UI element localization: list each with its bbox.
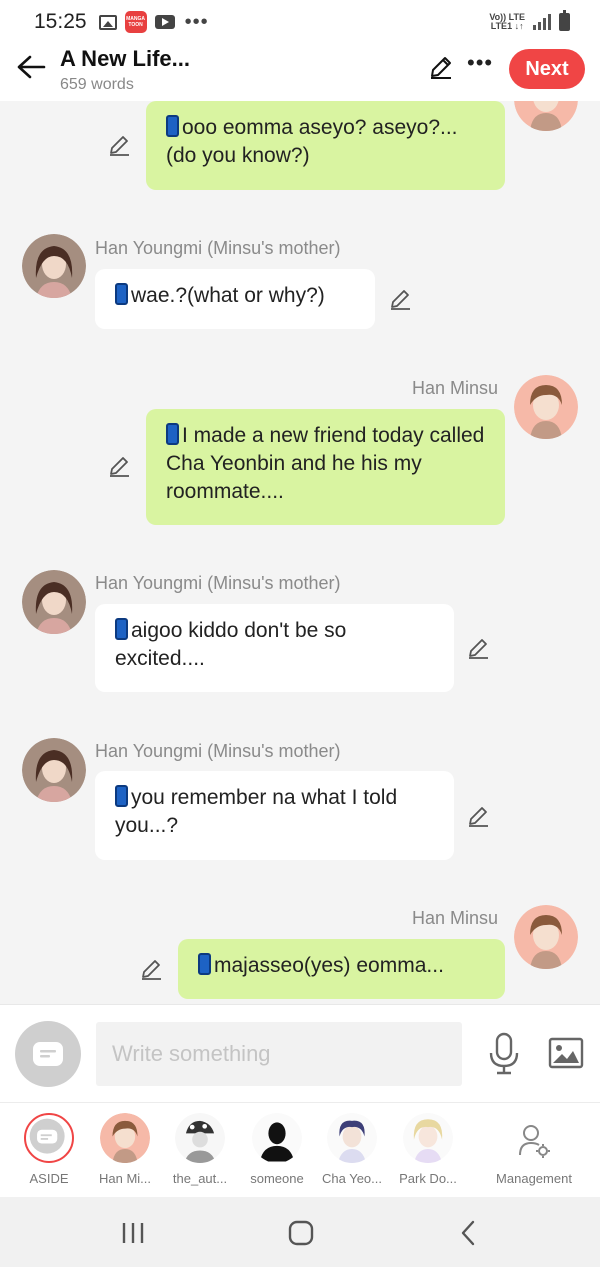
- status-system-icons: Vo)) LTE LTE1 ↓↑: [489, 10, 570, 31]
- youtube-icon: [154, 15, 175, 29]
- character-someone[interactable]: someone: [239, 1103, 315, 1198]
- avatar-han-youngmi: [22, 234, 86, 298]
- avatar-han-minsu: [514, 375, 578, 439]
- phone-icon: [115, 785, 128, 807]
- chat-thread[interactable]: ooo eomma aseyo? aseyo?...(do you know?)…: [0, 101, 600, 1004]
- message-bubble-1[interactable]: ooo eomma aseyo? aseyo?...(do you know?): [146, 101, 505, 190]
- avatar: [252, 1113, 302, 1163]
- avatar-han-youngmi: [22, 570, 86, 634]
- speaker-name: Han Youngmi (Minsu's mother): [95, 741, 341, 761]
- character-label: Park Do...: [399, 1171, 457, 1186]
- character-label: the_aut...: [172, 1171, 228, 1186]
- next-button[interactable]: Next: [509, 49, 585, 89]
- speaker-name: Han Youngmi (Minsu's mother): [95, 238, 341, 258]
- avatar: [100, 1113, 150, 1163]
- aside-chat-icon: [33, 1042, 63, 1066]
- insert-image-icon[interactable]: [548, 1037, 584, 1069]
- microphone-icon[interactable]: [488, 1032, 520, 1076]
- signal-icon: [533, 14, 551, 30]
- message-bubble-6[interactable]: majasseo(yes) eomma...: [178, 939, 505, 999]
- character-han-minsu[interactable]: Han Mi...: [87, 1103, 163, 1198]
- status-notification-icons: MANGA TOON •••: [98, 10, 209, 34]
- status-bar: 15:25 MANGA TOON ••• Vo)) LTE LTE1 ↓↑: [0, 0, 600, 44]
- edit-message-pencil-icon[interactable]: [467, 804, 491, 828]
- manage-characters-icon: [519, 1125, 550, 1158]
- battery-icon: [559, 10, 570, 31]
- phone-icon: [115, 618, 128, 640]
- status-time: 15:25: [34, 10, 87, 33]
- avatar-han-minsu: [514, 905, 578, 969]
- back-icon[interactable]: [449, 1217, 489, 1249]
- system-navigation-bar: [0, 1197, 600, 1267]
- phone-icon: [166, 423, 179, 445]
- avatar-han-youngmi: [22, 738, 86, 802]
- character-label: Management: [496, 1171, 572, 1186]
- message-composer: [0, 1004, 600, 1102]
- character-aside[interactable]: ASIDE: [11, 1103, 87, 1198]
- edit-message-pencil-icon[interactable]: [467, 636, 491, 660]
- character-the-author[interactable]: the_aut...: [162, 1103, 238, 1198]
- aside-toggle-button[interactable]: [15, 1021, 81, 1087]
- speaker-name: Han Minsu: [412, 908, 499, 928]
- message-bubble-3[interactable]: I made a new friend today called Cha Yeo…: [146, 409, 505, 525]
- character-label: ASIDE: [29, 1171, 69, 1186]
- character-label: Cha Yeo...: [322, 1171, 382, 1186]
- phone-icon: [166, 115, 179, 137]
- message-input[interactable]: [96, 1022, 462, 1086]
- edit-title-pencil-icon[interactable]: [428, 54, 454, 80]
- gallery-icon: [98, 14, 117, 30]
- speaker-name: Han Minsu: [412, 378, 499, 398]
- word-count: 659 words: [60, 76, 134, 93]
- mangatoon-icon: MANGA TOON: [124, 11, 147, 33]
- avatar: [403, 1113, 453, 1163]
- character-label: Han Mi...: [98, 1171, 151, 1186]
- more-dots-icon: •••: [184, 10, 209, 33]
- speaker-name: Han Youngmi (Minsu's mother): [95, 573, 341, 593]
- aside-avatar: [24, 1113, 74, 1163]
- avatar: [327, 1113, 377, 1163]
- story-title: A New Life...: [60, 46, 190, 71]
- app-header: A New Life... 659 words ••• Next: [0, 44, 600, 101]
- home-icon[interactable]: [281, 1217, 321, 1249]
- avatar: [175, 1113, 225, 1163]
- message-bubble-4[interactable]: aigoo kiddo don't be so excited....: [95, 604, 454, 692]
- character-label: someone: [250, 1171, 304, 1186]
- phone-icon: [115, 283, 128, 305]
- network-indicator: Vo)) LTE LTE1 ↓↑: [489, 12, 525, 31]
- edit-message-pencil-icon[interactable]: [108, 454, 132, 478]
- character-management[interactable]: Management: [486, 1103, 582, 1198]
- edit-message-pencil-icon[interactable]: [108, 133, 132, 157]
- back-arrow-icon[interactable]: [16, 54, 46, 80]
- edit-message-pencil-icon[interactable]: [389, 287, 413, 311]
- message-bubble-2[interactable]: wae.?(what or why?): [95, 269, 375, 329]
- recent-apps-icon[interactable]: [113, 1217, 153, 1249]
- character-cha-yeonbin[interactable]: Cha Yeo...: [314, 1103, 390, 1198]
- message-bubble-5[interactable]: you remember na what I told you...?: [95, 771, 454, 860]
- character-park-do[interactable]: Park Do...: [390, 1103, 466, 1198]
- character-selector-bar: ASIDE Han Mi... the_aut... someone Cha Y…: [0, 1102, 600, 1197]
- phone-icon: [198, 953, 211, 975]
- edit-message-pencil-icon[interactable]: [140, 957, 164, 981]
- more-options-icon[interactable]: •••: [467, 50, 493, 76]
- avatar-han-minsu: [514, 101, 578, 131]
